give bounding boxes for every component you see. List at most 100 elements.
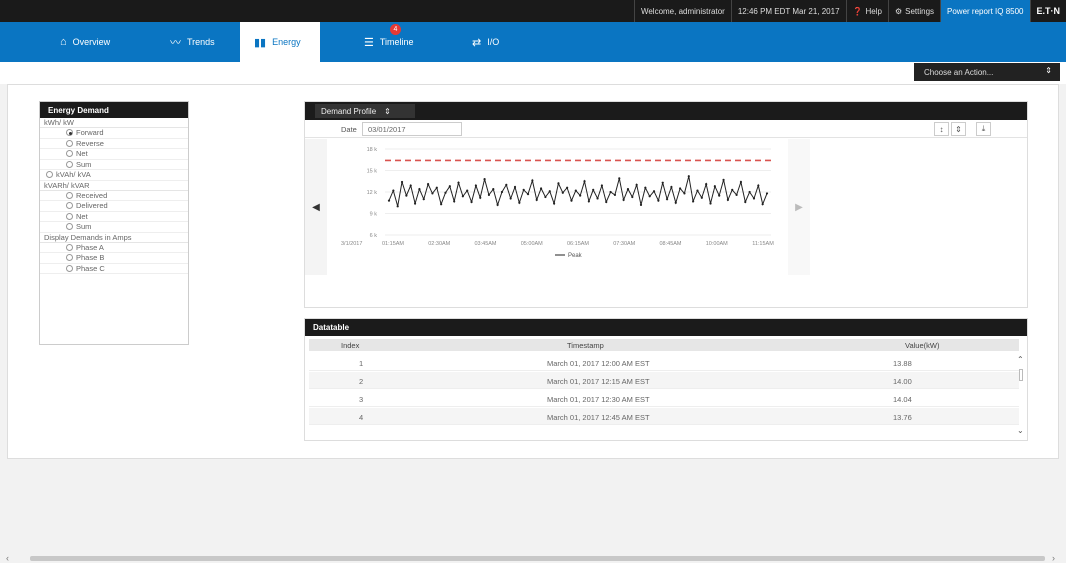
- action-select[interactable]: Choose an Action... ⇕: [914, 63, 1060, 81]
- power-report-link[interactable]: Power report IQ 8500: [940, 0, 1030, 22]
- scroll-down-icon[interactable]: ⌄: [1017, 426, 1024, 435]
- table-row[interactable]: 4 March 01, 2017 12:45 AM EST 13.76: [309, 408, 1019, 425]
- table-row[interactable]: 3 March 01, 2017 12:30 AM EST 14.04: [309, 390, 1019, 407]
- data-point: [722, 178, 725, 181]
- chart-next-button[interactable]: ▶: [788, 139, 810, 275]
- data-point: [392, 189, 395, 192]
- group-kvarh: kVARh/ kVAR: [40, 181, 188, 191]
- list-icon: ☰: [364, 36, 374, 49]
- tab-io[interactable]: ⇄ I/O: [458, 22, 513, 62]
- scroll-left-icon[interactable]: ‹: [6, 553, 9, 563]
- scroll-right-icon[interactable]: ›: [1052, 553, 1055, 563]
- settings-link[interactable]: ⚙ Settings: [887, 0, 940, 22]
- data-point: [448, 185, 451, 188]
- datetime-text: 12:46 PM EDT Mar 21, 2017: [730, 0, 846, 22]
- x-tick-label: 08:45AM: [659, 241, 681, 247]
- data-point: [622, 198, 625, 201]
- chart-tools: ↕ ⇕ ⤓: [934, 122, 991, 136]
- chart-area: ◀ 18 k 15 k 12 k 9 k 6 k 3/1/2017 01:15AM 02:30…: [305, 139, 810, 275]
- data-point: [700, 196, 703, 199]
- radio-icon[interactable]: [66, 223, 73, 231]
- data-point: [413, 202, 417, 205]
- table-scrollbar[interactable]: ⌃ ⌄: [1017, 355, 1025, 435]
- data-point: [431, 192, 434, 195]
- chevron-right-icon: ▶: [795, 201, 803, 213]
- data-point: [579, 194, 582, 197]
- data-point: [605, 200, 608, 204]
- option-reverse[interactable]: Reverse: [40, 139, 188, 149]
- scroll-thumb[interactable]: [1019, 369, 1023, 381]
- page-hscrollbar[interactable]: ‹ ›: [0, 553, 1066, 563]
- option-phase-c[interactable]: Phase C: [40, 264, 188, 274]
- radio-icon[interactable]: [66, 139, 73, 147]
- data-point: [422, 198, 425, 201]
- radio-icon[interactable]: [66, 150, 73, 158]
- option-net[interactable]: Net: [40, 149, 188, 160]
- data-point: [461, 195, 464, 198]
- date-input[interactable]: 03/01/2017: [362, 122, 462, 136]
- tab-trends[interactable]: 〰 Trends: [156, 22, 229, 62]
- table-row[interactable]: 1 March 01, 2017 12:00 AM EST 13.88: [309, 354, 1019, 371]
- tab-overview[interactable]: ⌂ Overview: [46, 22, 124, 62]
- data-point: [726, 198, 729, 201]
- data-point: [396, 205, 399, 208]
- chevron-left-icon: ◀: [312, 201, 320, 213]
- chart-prev-button[interactable]: ◀: [305, 139, 327, 275]
- zoom-icon[interactable]: ↕: [934, 122, 949, 136]
- option-sum[interactable]: Sum: [40, 160, 188, 170]
- radio-icon[interactable]: [66, 191, 73, 199]
- demand-profile-header: Demand Profile ⇕: [305, 102, 1027, 120]
- data-point: [648, 195, 651, 198]
- data-point: [705, 183, 708, 186]
- data-point: [752, 197, 756, 200]
- data-point: [639, 203, 643, 206]
- option-delivered[interactable]: Delivered: [40, 201, 188, 212]
- data-point: [626, 188, 630, 191]
- option-kvar-sum[interactable]: Sum: [40, 222, 188, 233]
- date-row: Date 03/01/2017 ↕ ⇕ ⤓: [305, 120, 1027, 138]
- option-received[interactable]: Received: [40, 191, 188, 201]
- table-row[interactable]: 2 March 01, 2017 12:15 AM EST 14.00: [309, 372, 1019, 389]
- data-point: [522, 188, 525, 191]
- radio-icon[interactable]: [66, 202, 73, 210]
- col-index[interactable]: Index: [341, 341, 359, 350]
- scroll-up-icon[interactable]: ⌃: [1017, 355, 1024, 364]
- download-icon[interactable]: ⤓: [976, 122, 991, 136]
- help-link[interactable]: ❓ Help: [845, 0, 888, 22]
- hscroll-thumb[interactable]: [30, 556, 1045, 561]
- demand-profile-select[interactable]: Demand Profile ⇕: [315, 104, 415, 118]
- top-bar-right: Welcome, administrator 12:46 PM EDT Mar …: [633, 0, 1066, 22]
- datatable-title: Datatable: [305, 319, 1027, 336]
- data-point: [731, 188, 734, 191]
- radio-icon[interactable]: [66, 254, 73, 262]
- data-point: [496, 203, 499, 206]
- data-point: [435, 186, 438, 189]
- demand-profile-panel: Demand Profile ⇕ Date 03/01/2017 ↕ ⇕ ⤓ ◀…: [304, 101, 1028, 308]
- col-value[interactable]: Value(kW): [905, 341, 939, 350]
- radio-icon[interactable]: [66, 212, 73, 220]
- y-tick-label: 18 k: [367, 147, 378, 153]
- data-point: [613, 193, 617, 196]
- option-kvah[interactable]: kVAh/ kVA: [40, 170, 188, 181]
- data-point: [566, 186, 569, 189]
- radio-icon[interactable]: [66, 160, 73, 168]
- tab-timeline[interactable]: ☰ Timeline 4: [350, 22, 428, 62]
- radio-icon[interactable]: [66, 129, 73, 137]
- data-point: [483, 178, 486, 181]
- data-point: [466, 189, 469, 192]
- col-timestamp[interactable]: Timestamp: [567, 341, 604, 350]
- group-kwh: kWh/ kW: [40, 118, 188, 128]
- tab-energy[interactable]: ▮▮ Energy: [240, 22, 320, 62]
- data-point: [548, 190, 551, 193]
- data-point: [635, 183, 638, 186]
- option-forward[interactable]: Forward: [40, 128, 188, 139]
- radio-icon[interactable]: [46, 171, 53, 179]
- data-point: [479, 196, 482, 199]
- option-kvar-net[interactable]: Net: [40, 212, 188, 222]
- radio-icon[interactable]: [66, 264, 73, 272]
- data-point: [453, 200, 456, 203]
- option-phase-a[interactable]: Phase A: [40, 243, 188, 253]
- option-phase-b[interactable]: Phase B: [40, 253, 188, 264]
- sort-icon[interactable]: ⇕: [951, 122, 966, 136]
- radio-icon[interactable]: [66, 243, 73, 251]
